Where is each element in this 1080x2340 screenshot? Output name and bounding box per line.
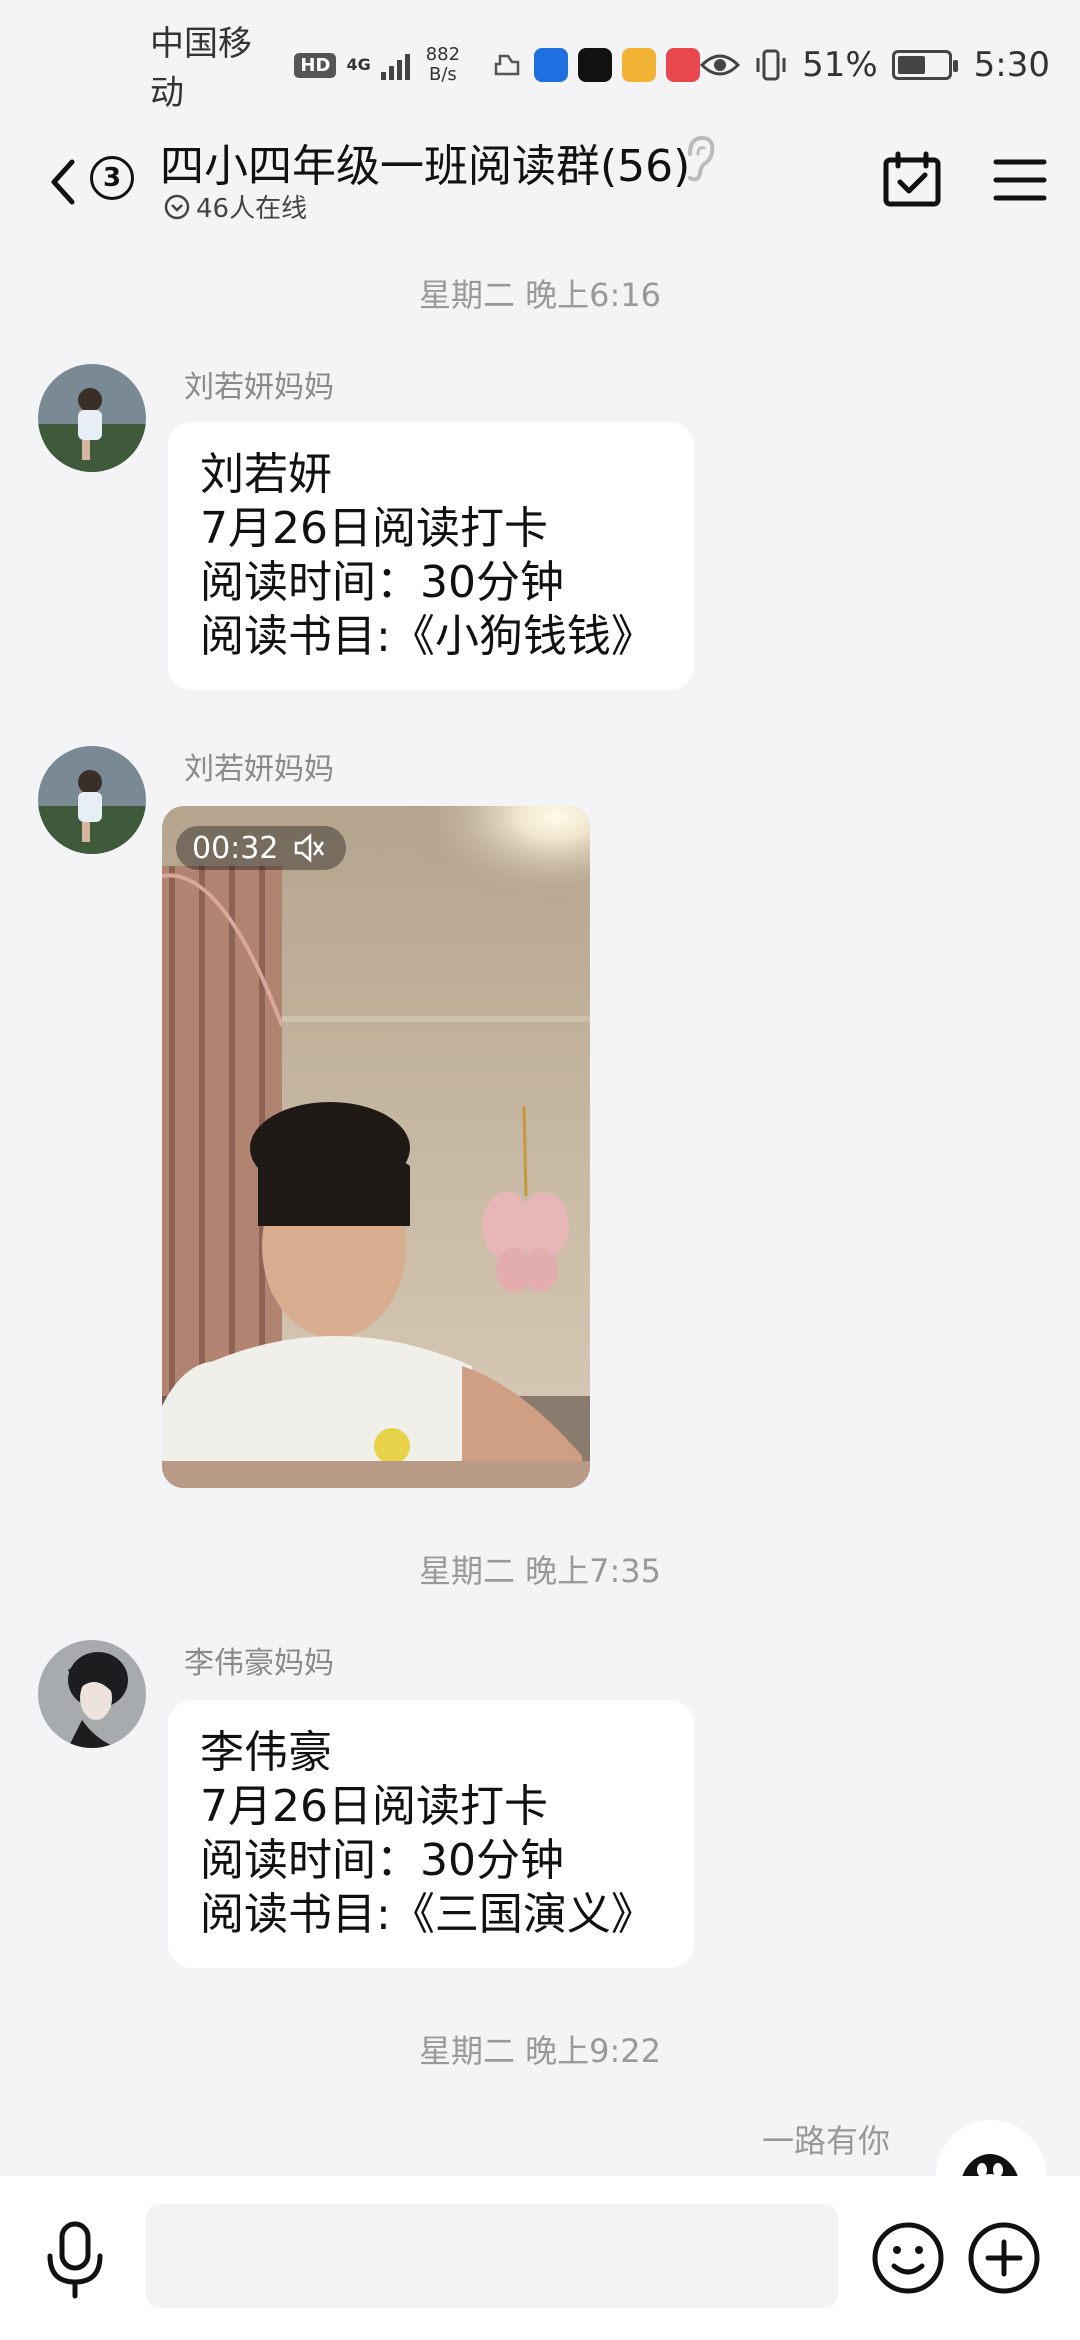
- signal-icon: [380, 50, 410, 80]
- online-count: 46人在线: [196, 194, 308, 224]
- battery-icon: [891, 50, 958, 80]
- message-line: 阅读时间：30分钟: [200, 557, 564, 608]
- unread-count-badge[interactable]: 3: [90, 156, 134, 200]
- chat-header: 3 四小四年级一班阅读群(56) 46人在线: [0, 130, 1080, 240]
- back-icon[interactable]: [40, 152, 90, 212]
- ear-icon[interactable]: [680, 134, 720, 184]
- battery-percent: 51%: [802, 45, 878, 85]
- status-left: 中国移动 HD 4G 882 B/s: [150, 16, 701, 114]
- vibrate-icon: [756, 49, 786, 81]
- tiktok-icon: [578, 48, 613, 82]
- speed-unit: B/s: [428, 64, 457, 85]
- input-bar: [0, 2176, 1080, 2340]
- message-line: 刘若妍: [200, 449, 332, 500]
- hd-badge: HD: [294, 52, 337, 78]
- notification-icons: [490, 48, 701, 82]
- app-blue-icon: [534, 48, 569, 82]
- avatar[interactable]: [38, 364, 146, 472]
- message-line: 7月26日阅读打卡: [200, 503, 548, 554]
- app-yellow-icon: [622, 48, 657, 82]
- speed-value: 882: [425, 44, 461, 65]
- network-speed: 882 B/s: [426, 45, 460, 85]
- status-bar: 中国移动 HD 4G 882 B/s 51% 5:30: [0, 0, 1080, 130]
- chat-title[interactable]: 四小四年级一班阅读群(56): [160, 130, 690, 194]
- video-duration-pill: 00:32: [176, 826, 347, 870]
- plus-icon[interactable]: [966, 2220, 1042, 2296]
- video-message[interactable]: 00:32: [162, 806, 590, 1488]
- menu-icon[interactable]: [990, 152, 1050, 208]
- timestamp: 星期二 晚上7:35: [418, 1552, 662, 1590]
- chevron-down-circle-icon: [164, 194, 190, 219]
- sender-name: 刘若妍妈妈: [184, 370, 334, 405]
- timestamp: 星期二 晚上6:16: [418, 276, 662, 314]
- message-line: 阅读书目:《小狗钱钱》: [200, 611, 655, 662]
- message-line: 7月26日阅读打卡: [200, 1781, 548, 1832]
- sender-name: 刘若妍妈妈: [184, 752, 334, 787]
- video-duration: 00:32: [192, 830, 279, 866]
- message-bubble[interactable]: 刘若妍 7月26日阅读打卡 阅读时间：30分钟 阅读书目:《小狗钱钱》: [168, 422, 694, 690]
- avatar[interactable]: [38, 1640, 146, 1748]
- message-bubble[interactable]: 李伟豪 7月26日阅读打卡 阅读时间：30分钟 阅读书目:《三国演义》: [168, 1700, 694, 1968]
- status-right: 51% 5:30: [700, 45, 1050, 85]
- message-line: 阅读书目:《三国演义》: [200, 1889, 655, 1940]
- eye-icon: [700, 54, 741, 76]
- online-status[interactable]: 46人在线: [164, 188, 307, 225]
- carrier-label: 中国移动: [150, 24, 252, 113]
- message-line: 李伟豪: [200, 1727, 332, 1778]
- emoji-icon[interactable]: [870, 2220, 946, 2296]
- calendar-check-icon[interactable]: [880, 148, 944, 212]
- timestamp: 星期二 晚上9:22: [418, 2032, 662, 2070]
- sender-name: 李伟豪妈妈: [184, 1646, 334, 1681]
- message-line: 阅读时间：30分钟: [200, 1835, 564, 1886]
- mute-icon[interactable]: [292, 833, 326, 863]
- clock: 5:30: [973, 45, 1050, 85]
- app-red-icon: [666, 48, 701, 82]
- video-thumbnail: [162, 806, 590, 1488]
- avatar[interactable]: [38, 746, 146, 854]
- sender-name-self: 一路有你: [761, 2122, 890, 2160]
- mic-icon[interactable]: [40, 2220, 110, 2300]
- message-input[interactable]: [146, 2204, 838, 2308]
- network-label: 4G: [346, 55, 371, 74]
- cloud-icon: [494, 54, 520, 76]
